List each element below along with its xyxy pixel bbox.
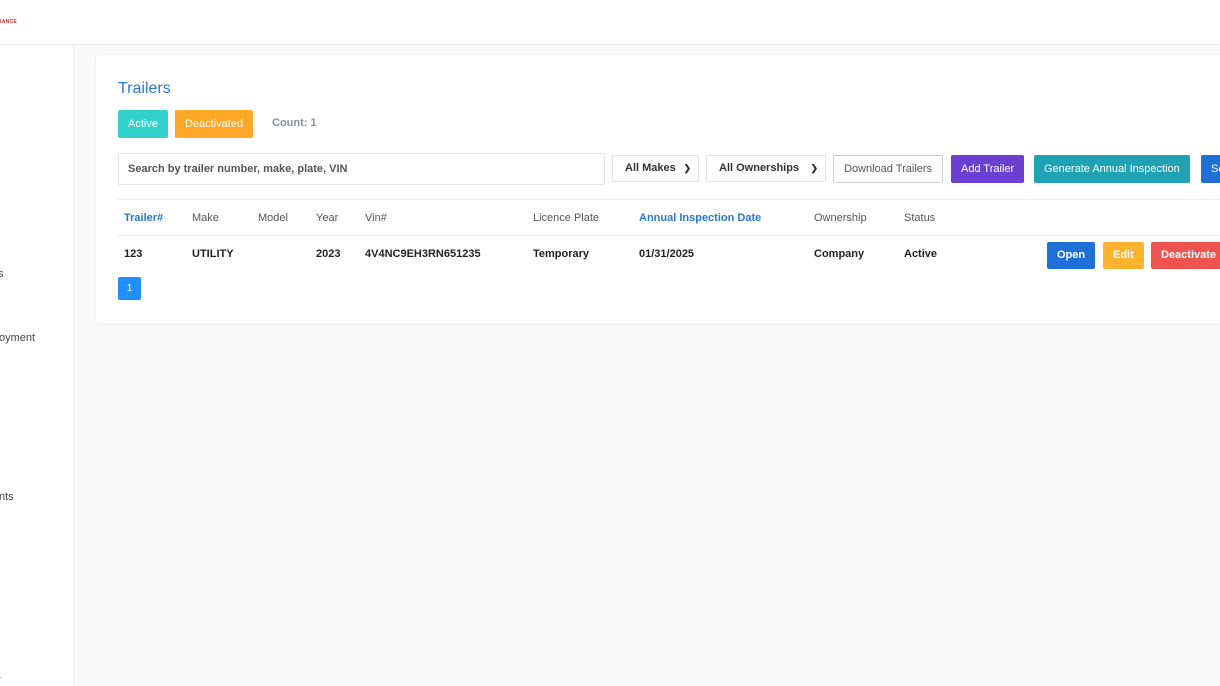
top-bar: IANCE: [0, 0, 1220, 45]
sidebar-item[interactable]: nts: [0, 491, 14, 503]
column-header-make: Make: [192, 212, 219, 224]
cell-inspection-date: 01/31/2025: [639, 248, 695, 260]
divider: [118, 199, 1220, 200]
cell-licence-plate: Temporary: [533, 248, 590, 260]
column-header-year: Year: [316, 212, 339, 224]
column-header-annual-inspection-date[interactable]: Annual Inspection Date: [639, 212, 761, 224]
trailer-count: Count: 1: [272, 117, 317, 129]
chevron-down-icon: ❯: [683, 163, 691, 173]
column-header-licence-plate: Licence Plate: [533, 212, 600, 224]
chevron-down-icon: ❯: [810, 163, 818, 173]
cell-status: Active: [904, 248, 938, 260]
cell-trailer-number: 123: [124, 248, 143, 260]
download-trailers-button[interactable]: Download Trailers: [833, 155, 944, 183]
column-header-status: Status: [904, 212, 936, 224]
makes-select-value: All Makes: [625, 162, 676, 174]
search-input[interactable]: [118, 153, 605, 185]
page-title: Trailers: [118, 80, 171, 97]
deactivate-button[interactable]: Deactivate: [1151, 242, 1220, 269]
ownerships-select[interactable]: All Ownerships ❯: [706, 155, 826, 182]
divider: [118, 235, 1220, 236]
column-header-vin: Vin#: [365, 212, 387, 224]
cell-year: 2023: [316, 248, 341, 260]
column-header-model: Model: [258, 212, 288, 224]
trailers-card: Trailers Active Deactivated Count: 1 All…: [96, 55, 1220, 323]
sc-button[interactable]: Sc: [1201, 155, 1220, 183]
generate-annual-inspection-button[interactable]: Generate Annual Inspection: [1034, 155, 1190, 183]
ownerships-select-value: All Ownerships: [719, 162, 800, 174]
cell-make: UTILITY: [192, 248, 234, 260]
sidebar-item[interactable]: r: [0, 674, 1, 686]
add-trailer-button[interactable]: Add Trailer: [951, 155, 1025, 183]
brand-logo[interactable]: IANCE: [0, 19, 17, 25]
filter-deactivated-button[interactable]: Deactivated: [175, 110, 254, 138]
open-button[interactable]: Open: [1047, 242, 1096, 269]
sidebar-item[interactable]: oyment: [0, 332, 35, 344]
makes-select[interactable]: All Makes ❯: [612, 155, 699, 182]
column-header-ownership: Ownership: [814, 212, 867, 224]
filter-active-button[interactable]: Active: [118, 110, 168, 138]
cell-vin: 4V4NC9EH3RN651235: [365, 248, 481, 260]
pagination-page-button[interactable]: 1: [118, 277, 141, 300]
column-header-trailer[interactable]: Trailer#: [124, 212, 163, 224]
cell-ownership: Company: [814, 248, 865, 260]
sidebar: s oyment nts r: [0, 45, 74, 686]
edit-button[interactable]: Edit: [1103, 242, 1144, 269]
sidebar-item[interactable]: s: [0, 268, 4, 280]
